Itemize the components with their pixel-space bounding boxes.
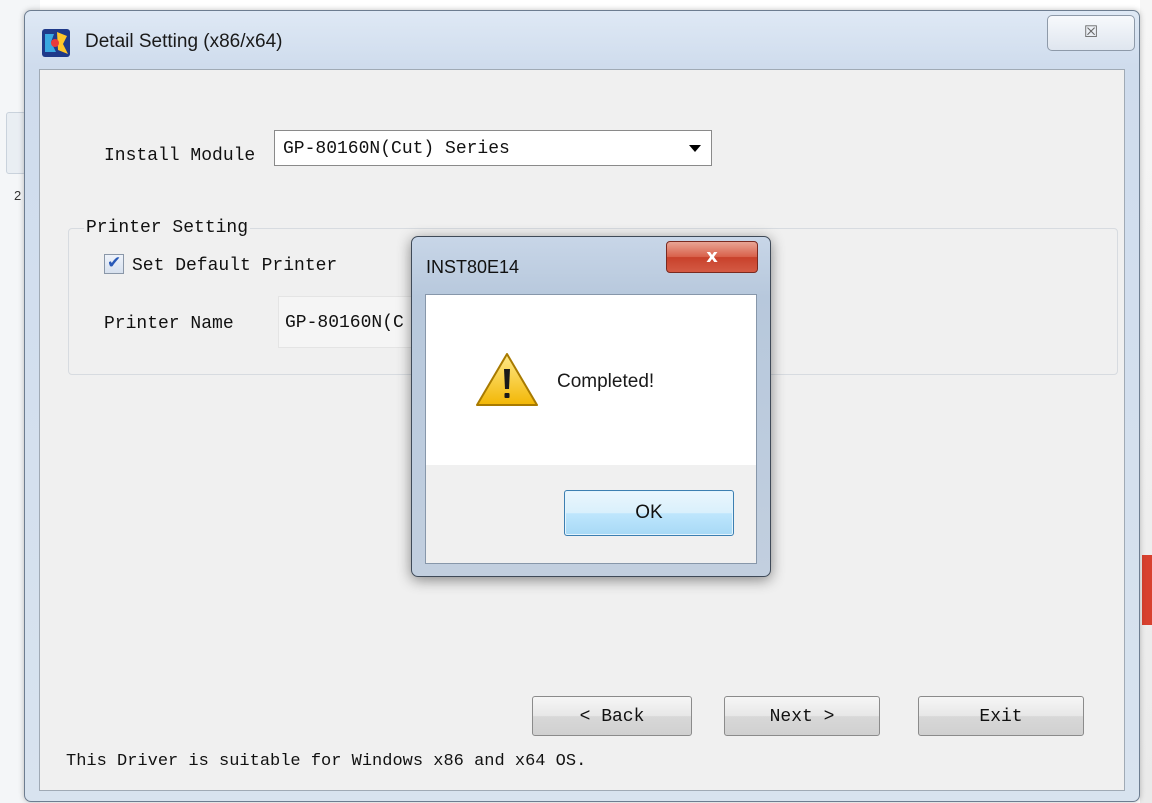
background-number: 2 [14, 188, 22, 203]
footer-note: This Driver is suitable for Windows x86 … [66, 752, 587, 771]
background-red-marker [1142, 555, 1152, 625]
printer-name-label: Printer Name [104, 314, 234, 334]
install-module-value: GP-80160N(Cut) Series [283, 139, 510, 159]
chevron-down-icon [689, 145, 701, 152]
warning-icon [476, 353, 538, 406]
install-module-label: Install Module [104, 146, 256, 166]
ok-button[interactable]: OK [564, 490, 734, 536]
message-box-close-button[interactable]: x [666, 241, 758, 273]
checkmark-icon: ✔ [107, 253, 122, 273]
printer-name-value: GP-80160N(C [285, 313, 404, 333]
next-button[interactable]: Next > [724, 696, 880, 736]
background-right-strip [1140, 0, 1152, 803]
background-window-stub [6, 112, 26, 174]
window-title: Detail Setting (x86/x64) [85, 31, 283, 52]
message-text: Completed! [557, 371, 655, 392]
exit-button[interactable]: Exit [918, 696, 1084, 736]
set-default-printer-checkbox[interactable]: ✔ [104, 253, 124, 274]
install-module-select[interactable]: GP-80160N(Cut) Series [274, 130, 712, 166]
close-button[interactable]: ☒ [1047, 15, 1135, 51]
set-default-printer-label[interactable]: Set Default Printer [132, 256, 337, 276]
back-button[interactable]: < Back [532, 696, 692, 736]
printer-setting-legend: Printer Setting [84, 218, 251, 238]
message-box-body: Completed! OK [425, 294, 757, 564]
message-box-title: INST80E14 [426, 257, 520, 277]
app-icon [42, 29, 70, 57]
message-box: INST80E14 x Completed! OK [411, 236, 771, 577]
